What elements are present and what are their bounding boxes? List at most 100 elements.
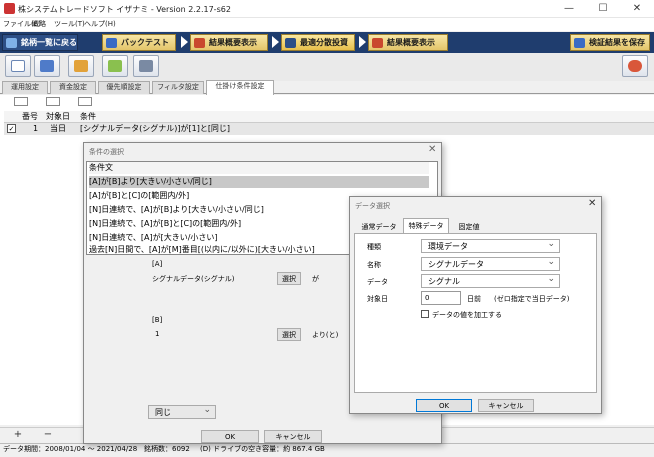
izanami-icon xyxy=(628,60,642,72)
close-button[interactable]: ✕ xyxy=(620,0,654,18)
param-b-value: 1 xyxy=(155,330,160,338)
header-number: 番号 xyxy=(22,112,38,121)
backtest-icon xyxy=(106,38,117,48)
condition-dialog-title: 条件の選択 xyxy=(89,148,124,156)
target-day-unit: 日前 xyxy=(467,295,481,303)
export-button[interactable] xyxy=(68,55,94,77)
izanami-button[interactable] xyxy=(622,55,648,77)
summary-button-2[interactable]: 結果概要表示 xyxy=(368,34,448,51)
list-item[interactable]: [N]日連続で、[A]が[B]より[大きい/小さい/同じ] xyxy=(89,204,264,216)
optimize-label: 最適分散投資 xyxy=(300,38,348,47)
back-to-list-button[interactable]: 銘柄一覧に戻る xyxy=(2,34,78,51)
param-a-label: [A] xyxy=(152,260,163,268)
menu-strategy[interactable]: 戦略 xyxy=(32,19,46,29)
import-icon xyxy=(108,60,122,72)
row-condition: [シグナルデータ(シグナル)]が[1]と[同じ] xyxy=(80,124,231,133)
export-icon xyxy=(74,60,88,72)
window-title: 株システムトレードソフト イザナミ - Version 2.2.17-s62 xyxy=(18,5,231,14)
list-item[interactable]: [N]日連続で、[A]が[大きい/小さい] xyxy=(89,232,218,244)
tab-operation[interactable]: 運用設定 xyxy=(2,81,48,94)
type-select[interactable]: 環境データ xyxy=(421,238,560,253)
list-item[interactable]: [N]日連続で、[A]が[B]と[C]の[範囲内/外] xyxy=(89,218,241,230)
param-a-suffix: が xyxy=(312,275,319,283)
new-button[interactable] xyxy=(5,55,31,77)
chart-icon xyxy=(194,38,205,48)
data-ok-button[interactable]: OK xyxy=(416,399,472,412)
arrow-icon xyxy=(359,36,366,48)
app-icon xyxy=(4,3,15,14)
header-condition: 条件 xyxy=(80,112,96,121)
back-label: 銘柄一覧に戻る xyxy=(21,38,77,47)
row-number: 1 xyxy=(33,124,39,133)
load-row-icon[interactable] xyxy=(78,97,92,106)
condition-cancel-button[interactable]: キャンセル xyxy=(264,430,322,443)
import-button[interactable] xyxy=(102,55,128,77)
tab-fixed-value[interactable]: 固定値 xyxy=(451,220,487,234)
menu-help[interactable]: ヘルプ(H) xyxy=(84,19,116,29)
open-button[interactable] xyxy=(34,55,60,77)
tab-priority[interactable]: 優先順設定 xyxy=(98,81,150,94)
chart-icon xyxy=(372,38,383,48)
folder-icon xyxy=(40,60,54,72)
target-day-label: 対象日 xyxy=(367,295,388,303)
param-a-value: シグナルデータ(シグナル) xyxy=(152,275,235,283)
disk-space: (D) ドライブの空き容量：約 867.4 GB xyxy=(200,445,325,453)
save-results-button[interactable]: 検証結果を保存 xyxy=(570,34,650,51)
condition-dialog-close-icon[interactable]: ✕ xyxy=(428,144,436,155)
maximize-button[interactable]: ☐ xyxy=(586,0,620,18)
name-select[interactable]: シグナルデータ xyxy=(421,256,560,271)
tab-special-data[interactable]: 特殊データ xyxy=(403,218,449,234)
new-file-icon xyxy=(11,60,25,72)
data-label: データ xyxy=(367,278,388,286)
name-label: 名称 xyxy=(367,261,381,269)
optimize-button[interactable]: 最適分散投資 xyxy=(281,34,355,51)
data-period: データ期間：2008/01/04 〜 2021/04/28 xyxy=(3,445,138,453)
save-icon xyxy=(574,38,585,48)
save-row-icon[interactable] xyxy=(46,97,60,106)
list-item[interactable]: 過去[N]日間で、[A]が[M]番目[(以内に/以外に)[大きい/小さい] xyxy=(89,244,315,254)
minimize-button[interactable]: — xyxy=(552,0,586,18)
stock-count: 銘柄数：6092 xyxy=(144,445,190,453)
data-dialog-title: データ選択 xyxy=(355,202,390,210)
tools-button[interactable] xyxy=(133,55,159,77)
param-b-label: [B] xyxy=(152,316,163,324)
toolbar xyxy=(0,53,654,81)
row-day: 当日 xyxy=(50,124,66,133)
data-select[interactable]: シグナル xyxy=(421,273,560,288)
tab-normal-data[interactable]: 通常データ xyxy=(357,220,401,234)
list-item[interactable]: [A]が[B]より[大きい/小さい/同じ] xyxy=(89,176,429,188)
param-b-suffix: より(と) xyxy=(312,331,339,339)
process-label: データの値を加工する xyxy=(432,311,502,319)
summary-label-2: 結果概要表示 xyxy=(387,38,435,47)
remove-row-button[interactable]: − xyxy=(40,429,56,441)
param-b-select-button[interactable]: 選択 xyxy=(277,328,301,341)
param-a-select-button[interactable]: 選択 xyxy=(277,272,301,285)
target-day-hint: (ゼロ指定で当日データ) xyxy=(494,295,570,303)
home-icon xyxy=(6,38,17,48)
summary-button-1[interactable]: 結果概要表示 xyxy=(190,34,268,51)
data-cancel-button[interactable]: キャンセル xyxy=(478,399,534,412)
tab-entry-conditions[interactable]: 仕掛け条件設定 xyxy=(206,80,274,95)
backtest-label: バックテスト xyxy=(121,38,169,47)
header-day: 対象日 xyxy=(46,112,70,121)
target-day-input[interactable]: 0 xyxy=(421,291,461,305)
tab-capital[interactable]: 資金設定 xyxy=(50,81,96,94)
add-row-button[interactable]: + xyxy=(10,429,26,441)
menu-tools[interactable]: ツール(T) xyxy=(54,19,85,29)
compare-select[interactable]: 同じ xyxy=(148,404,216,419)
process-checkbox[interactable] xyxy=(421,310,429,318)
wrench-icon xyxy=(139,60,153,72)
tab-filter[interactable]: フィルタ設定 xyxy=(152,81,204,94)
backtest-button[interactable]: バックテスト xyxy=(102,34,176,51)
arrow-icon xyxy=(181,36,188,48)
list-item[interactable]: [A]が[B]と[C]の[範囲内/外] xyxy=(89,190,189,202)
data-dialog-close-icon[interactable]: ✕ xyxy=(588,198,596,209)
arrow-icon xyxy=(272,36,279,48)
grid-header xyxy=(4,111,654,123)
grid-icon xyxy=(285,38,296,48)
row-checkbox[interactable]: ✓ xyxy=(7,124,16,133)
new-row-icon[interactable] xyxy=(14,97,28,106)
list-header: 条件文 xyxy=(89,162,429,174)
summary-label-1: 結果概要表示 xyxy=(209,38,257,47)
condition-ok-button[interactable]: OK xyxy=(201,430,259,443)
